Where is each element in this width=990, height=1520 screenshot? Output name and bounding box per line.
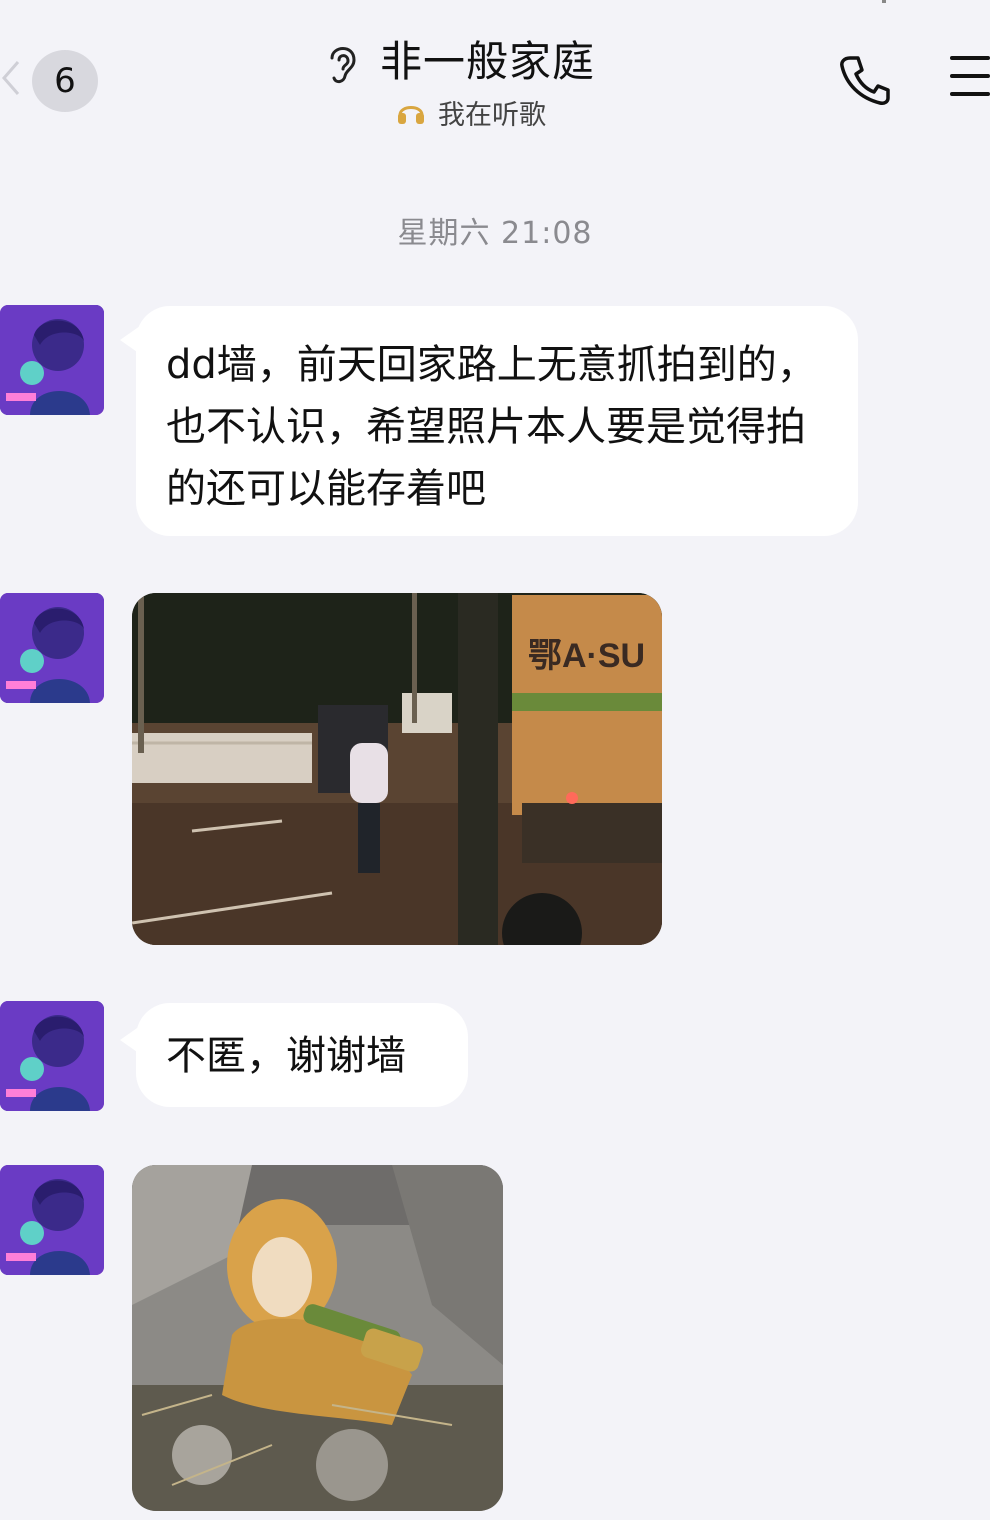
status-dot <box>882 0 886 3</box>
sender-avatar[interactable] <box>0 1001 104 1111</box>
ear-icon[interactable] <box>322 38 362 88</box>
chat-header: 6 非一般家庭 我在听歌 <box>0 0 990 150</box>
message-image-monkey[interactable] <box>132 1165 503 1511</box>
sender-avatar[interactable] <box>0 1165 104 1275</box>
status-text: 我在听歌 <box>438 99 546 131</box>
chat-title[interactable]: 非一般家庭 <box>380 34 595 90</box>
message-text: 不匿，谢谢墙 <box>166 1033 406 1079</box>
truck-plate-text: 鄂A·SU <box>528 637 645 675</box>
message-timestamp: 星期六 21:08 <box>397 216 593 251</box>
message-bubble[interactable]: dd墙，前天回家路上无意抓拍到的，也不认识，希望照片本人要是觉得拍的还可以能存着… <box>136 306 858 536</box>
sender-avatar[interactable] <box>0 593 104 703</box>
message-image-street[interactable]: 鄂A·SU <box>132 593 662 945</box>
menu-icon[interactable] <box>950 56 990 102</box>
message-text: dd墙，前天回家路上无意抓拍到的，也不认识，希望照片本人要是觉得拍的还可以能存着… <box>166 342 817 512</box>
headphone-icon <box>398 106 424 124</box>
phone-icon[interactable] <box>836 52 892 108</box>
back-arrow-icon[interactable] <box>0 58 22 98</box>
unread-count-badge[interactable]: 6 <box>32 50 98 112</box>
chat-status: 我在听歌 <box>396 94 546 131</box>
sender-avatar[interactable] <box>0 305 104 415</box>
message-bubble[interactable]: 不匿，谢谢墙 <box>136 1003 468 1107</box>
